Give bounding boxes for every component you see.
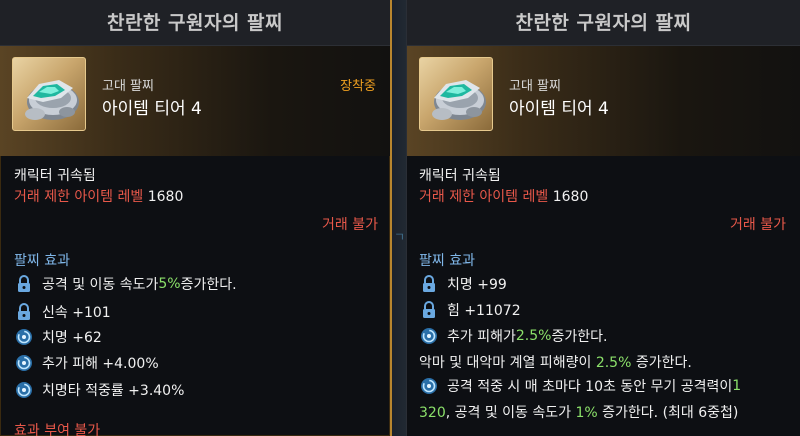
trade-level-value: 1680: [552, 189, 589, 205]
swirl-icon: [14, 327, 34, 347]
bracelet-icon: [12, 57, 86, 131]
effect-row: 치명 +62: [14, 327, 102, 347]
item-tier: 아이템 티어 4: [509, 99, 609, 119]
bound-status: 캐릭터 귀속됨: [419, 168, 501, 184]
effect-row: 힘 +11072: [419, 300, 521, 320]
item-card: 고대 팔찌 아이템 티어 4 장착중: [0, 46, 390, 156]
equipped-badge: 장착중: [340, 79, 376, 94]
effect-row: 악마 및 대악마 계열 피해량이 2.5% 증가한다.: [419, 355, 692, 371]
item-card: 고대 팔찌 아이템 티어 4: [407, 46, 800, 156]
effects-header: 팔찌 효과: [14, 253, 70, 269]
trade-level-label: 거래 제한 아이템 레벨: [14, 189, 144, 205]
item-title: 찬란한 구원자의 팔찌: [407, 0, 800, 46]
effect-row: 공격 및 이동 속도가 5% 증가한다.: [14, 274, 237, 294]
effect-row: 치명타 적중률 +3.40%: [14, 380, 184, 400]
effect-row: 추가 피해 +4.00%: [14, 353, 159, 373]
enchant-status: 효과 부여 불가: [14, 423, 101, 436]
bracelet-icon: [419, 57, 493, 131]
effect-row: 공격 적중 시 매 초마다 10초 동안 무기 공격력이 1: [419, 376, 741, 396]
effect-row: 치명 +99: [419, 274, 507, 294]
effects-header: 팔찌 효과: [419, 253, 475, 269]
no-trade-label: 거래 불가: [322, 217, 378, 233]
background-fragment: ㄱ: [394, 230, 406, 244]
effect-row: 신속 +101: [14, 302, 111, 322]
swirl-icon: [14, 380, 34, 400]
trade-level-line: 거래 제한 아이템 레벨 1680: [419, 186, 588, 206]
trade-level-line: 거래 제한 아이템 레벨 1680: [14, 186, 183, 206]
item-title: 찬란한 구원자의 팔찌: [0, 0, 390, 46]
lock-icon: [14, 302, 34, 322]
trade-level-value: 1680: [147, 189, 184, 205]
swirl-icon: [14, 353, 34, 373]
item-tier: 아이템 티어 4: [102, 99, 202, 119]
effect-row-continued: 320, 공격 및 이동 속도가 1% 증가한다. (최대 6중첩): [419, 405, 739, 421]
effect-row: 추가 피해가 2.5% 증가한다.: [419, 326, 607, 346]
lock-icon: [419, 274, 439, 294]
trade-level-label: 거래 제한 아이템 레벨: [419, 189, 549, 205]
no-trade-label: 거래 불가: [730, 217, 786, 233]
bound-status: 캐릭터 귀속됨: [14, 168, 96, 184]
swirl-icon: [419, 376, 439, 396]
tooltip-left: 찬란한 구원자의 팔찌 고대 팔찌 아이템 티어 4 장착중 캐릭터 귀속됨 거…: [0, 0, 392, 436]
item-grade: 고대 팔찌: [102, 79, 154, 94]
lock-icon: [14, 274, 34, 294]
item-grade: 고대 팔찌: [509, 79, 561, 94]
tooltip-right: 찬란한 구원자의 팔찌 고대 팔찌 아이템 티어 4 캐릭터 귀속됨 거래 제한…: [406, 0, 800, 436]
swirl-icon: [419, 326, 439, 346]
lock-icon: [419, 300, 439, 320]
